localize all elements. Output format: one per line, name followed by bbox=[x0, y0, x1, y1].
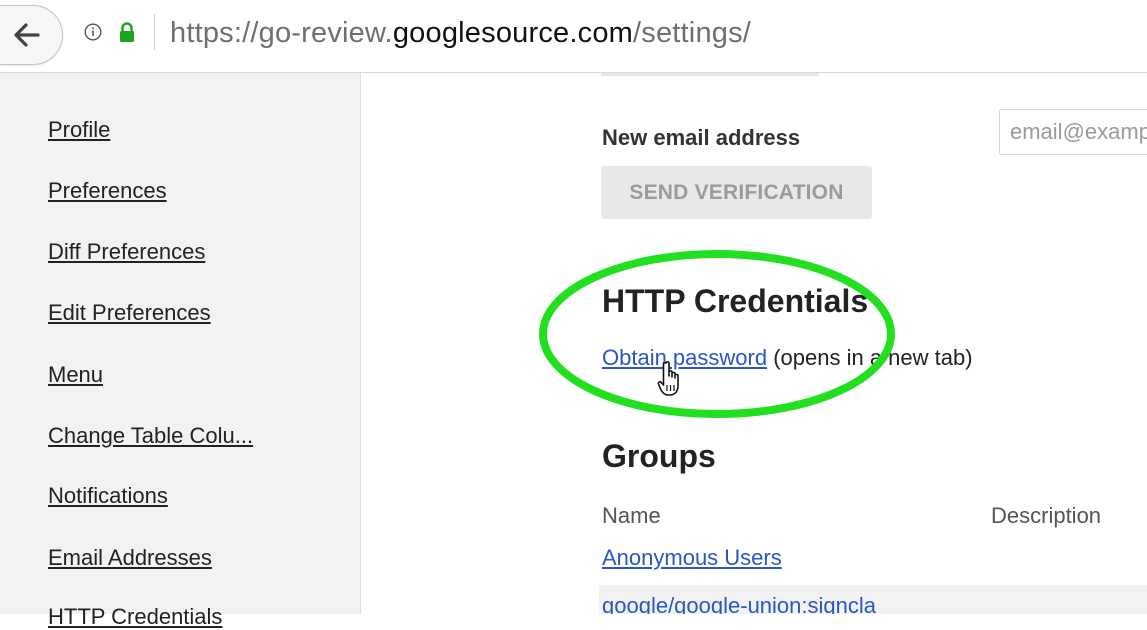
back-arrow-icon bbox=[14, 23, 40, 47]
groups-column-description: Description bbox=[991, 503, 1102, 528]
send-verification-button[interactable]: SEND VERIFICATION bbox=[601, 166, 872, 219]
section-divider bbox=[601, 73, 819, 76]
url-path: /settings/ bbox=[633, 17, 752, 49]
url-host: googlesource.com bbox=[392, 17, 633, 49]
settings-sidebar: Profile Preferences Diff Preferences Edi… bbox=[0, 73, 361, 629]
http-credentials-heading: HTTP Credentials bbox=[602, 283, 869, 319]
obtain-password-link[interactable]: Obtain password bbox=[602, 345, 767, 370]
sidebar-item-menu[interactable]: Menu bbox=[48, 362, 103, 388]
url-prefix: https://go-review. bbox=[170, 17, 393, 49]
group-row-google-union-signcla[interactable]: google/google-union:signcla bbox=[602, 593, 876, 614]
sidebar-item-email-addresses[interactable]: Email Addresses bbox=[48, 545, 212, 571]
group-row-anonymous-users[interactable]: Anonymous Users bbox=[602, 545, 782, 571]
sidebar-item-diff-preferences[interactable]: Diff Preferences bbox=[48, 239, 205, 265]
browser-toolbar: https://go-review.googlesource.com/setti… bbox=[0, 0, 1147, 73]
new-email-input[interactable] bbox=[999, 109, 1147, 155]
sidebar-item-change-table-columns[interactable]: Change Table Colu... bbox=[48, 423, 253, 449]
sidebar-item-http-credentials[interactable]: HTTP Credentials bbox=[48, 604, 222, 630]
info-icon[interactable] bbox=[84, 23, 102, 41]
obtain-password-line: Obtain password (opens in a new tab) bbox=[602, 345, 973, 371]
groups-heading: Groups bbox=[602, 438, 716, 474]
opens-new-tab-note: (opens in a new tab) bbox=[767, 345, 973, 370]
new-email-label: New email address bbox=[602, 125, 801, 150]
settings-main: New email address SEND VERIFICATION HTTP… bbox=[361, 73, 1147, 614]
groups-column-name: Name bbox=[602, 503, 661, 528]
sidebar-item-profile[interactable]: Profile bbox=[48, 117, 110, 143]
url-separator bbox=[154, 14, 155, 50]
sidebar-item-preferences[interactable]: Preferences bbox=[48, 178, 167, 204]
lock-icon[interactable] bbox=[118, 21, 136, 43]
sidebar-item-notifications[interactable]: Notifications bbox=[48, 483, 168, 509]
back-button[interactable] bbox=[0, 5, 63, 65]
address-bar[interactable]: https://go-review.googlesource.com/setti… bbox=[170, 17, 751, 50]
sidebar-item-edit-preferences[interactable]: Edit Preferences bbox=[48, 300, 211, 326]
